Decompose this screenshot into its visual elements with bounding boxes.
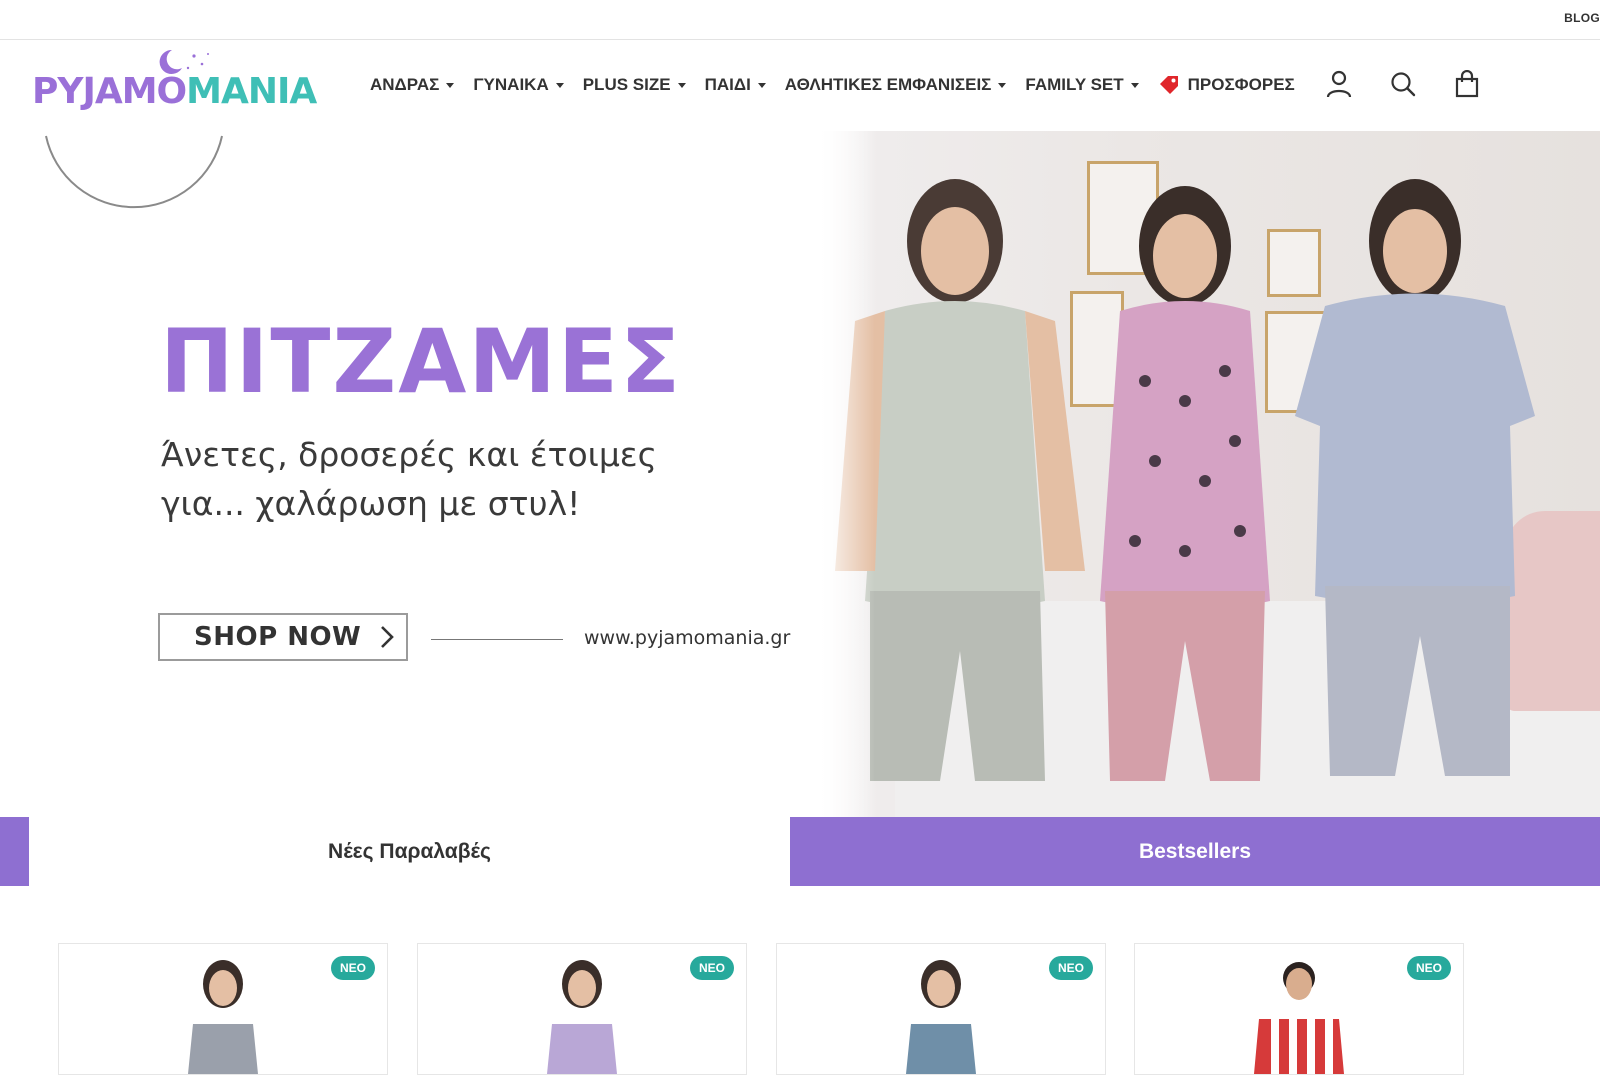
nav-label: ΑΘΛΗΤΙΚΕΣ ΕΜΦΑΝΙΣΕΙΣ: [784, 75, 992, 94]
hero-image: [815, 131, 1600, 817]
tab-new-arrivals[interactable]: Νέες Παραλαβές: [29, 817, 790, 886]
caret-down-icon: [446, 82, 455, 88]
tab-bestsellers[interactable]: Bestsellers: [790, 817, 1600, 886]
caret-down-icon: [677, 82, 686, 88]
moon-ring-decoration: [45, 135, 223, 209]
product-image: [547, 960, 617, 1074]
chevron-right-icon: [381, 626, 395, 648]
new-badge: NEO: [330, 956, 375, 980]
new-badge: NEO: [1406, 956, 1451, 980]
product-tabs: Νέες Παραλαβές Bestsellers: [0, 817, 1600, 886]
product-card[interactable]: NEO: [58, 943, 388, 1075]
nav-label: ΑΝΔΡΑΣ: [370, 75, 440, 94]
shop-now-button[interactable]: SHOP NOW: [158, 613, 408, 661]
nav-label: FAMILY SET: [1025, 75, 1124, 94]
blog-link[interactable]: BLOG: [1564, 11, 1600, 25]
product-card[interactable]: NEO: [776, 943, 1106, 1075]
nav-label: ΓΥΝΑΙΚΑ: [473, 75, 549, 94]
product-card[interactable]: NEO: [417, 943, 747, 1075]
new-badge: NEO: [1048, 956, 1093, 980]
product-card[interactable]: NEO: [1134, 943, 1464, 1075]
nav-item-andras[interactable]: ΑΝΔΡΑΣ: [370, 74, 455, 96]
logo-part-mania: MANIA: [186, 71, 317, 112]
search-icon[interactable]: [1389, 70, 1417, 98]
main-nav: ΑΝΔΡΑΣ ΓΥΝΑΙΚΑ PLUS SIZE ΠΑΙΔΙ ΑΘΛΗΤΙΚΕΣ…: [370, 74, 1295, 96]
product-image: [188, 960, 258, 1074]
hero-title: ΠΙΤΖΑΜΕΣ: [160, 310, 683, 413]
nav-offers-label: ΠΡΟΣΦΟΡΕΣ: [1187, 75, 1295, 94]
nav-item-athlitikes[interactable]: ΑΘΛΗΤΙΚΕΣ ΕΜΦΑΝΙΣΕΙΣ: [785, 74, 1007, 96]
hero-fade: [815, 131, 875, 817]
hero-subtitle-line-2: για... χαλάρωση με στυλ!: [161, 484, 581, 523]
caret-down-icon: [998, 82, 1007, 88]
caret-down-icon: [1130, 82, 1139, 88]
nav-label: ΠΑΙΔΙ: [704, 75, 751, 94]
shopping-bag-icon[interactable]: [1453, 70, 1481, 98]
user-icon[interactable]: [1325, 70, 1353, 98]
caret-down-icon: [555, 82, 564, 88]
nav-label: PLUS SIZE: [582, 75, 671, 94]
nav-item-gynaika[interactable]: ΓΥΝΑΙΚΑ: [473, 74, 564, 96]
nav-item-offers[interactable]: ΠΡΟΣΦΟΡΕΣ: [1158, 74, 1295, 96]
shop-now-label: SHOP NOW: [194, 622, 362, 652]
nav-item-paidi[interactable]: ΠΑΙΔΙ: [705, 74, 766, 96]
caret-down-icon: [757, 82, 766, 88]
price-tag-icon: [1159, 76, 1178, 94]
product-image: [906, 960, 976, 1074]
top-bar: BLOG: [0, 0, 1600, 40]
logo-part-pyjamo: PYJAMO: [32, 71, 187, 112]
new-badge: NEO: [689, 956, 734, 980]
hero-divider-line: [431, 639, 563, 640]
model-blue-pyjama: [1295, 179, 1535, 776]
model-pink-pyjama: [1100, 186, 1270, 781]
hero-url: www.pyjamomania.gr: [584, 627, 791, 649]
hero-subtitle: Άνετες, δροσερές και έτοιμες για... χαλά…: [161, 430, 721, 528]
header-icons: [1325, 70, 1481, 98]
nav-item-plus-size[interactable]: PLUS SIZE: [583, 74, 686, 96]
site-logo[interactable]: PYJAMOMANIA: [28, 46, 328, 209]
product-image: [1254, 962, 1344, 1074]
nav-item-family-set[interactable]: FAMILY SET: [1025, 74, 1139, 96]
hero-subtitle-line-1: Άνετες, δροσερές και έτοιμες: [161, 435, 658, 474]
tab-accent-strip: [0, 817, 29, 886]
logo-wordmark: PYJAMOMANIA: [32, 71, 317, 112]
